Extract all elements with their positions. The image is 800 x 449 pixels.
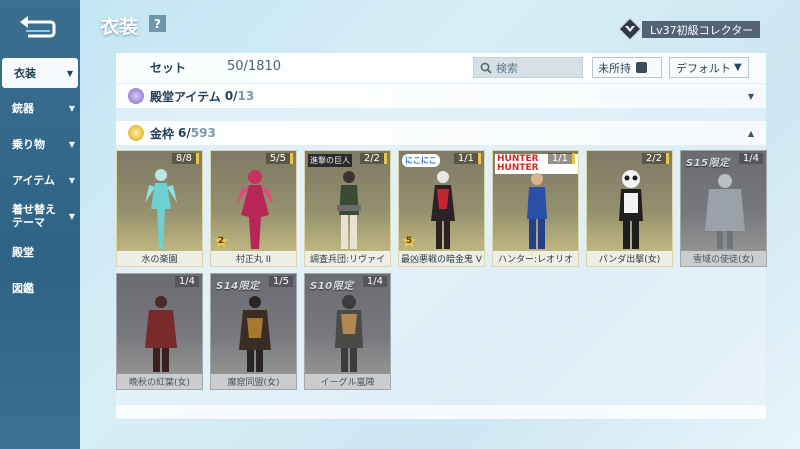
costume-card[interactable]: にこにこ 1/1 5 最凶悪戦の暗金鬼 V bbox=[398, 150, 485, 267]
collector-rank-badge[interactable]: Lv37初級コレクター bbox=[618, 17, 763, 41]
section-owned-count: 6/ bbox=[178, 126, 191, 140]
costume-card[interactable]: HUNTER HUNTER 1/1 ハンター:レオリオ bbox=[492, 150, 579, 267]
card-count: 5/5 bbox=[265, 153, 293, 164]
search-icon bbox=[480, 62, 492, 74]
sidebar-item-label: 着せ替えテーマ bbox=[12, 203, 56, 229]
card-count: 1/4 bbox=[174, 276, 199, 287]
caret-down-icon: ▼ bbox=[68, 103, 75, 113]
section-owned-count: 0/ bbox=[224, 89, 238, 103]
level-number: 2 bbox=[217, 236, 225, 246]
costume-card[interactable]: S10限定 1/4 イーグル嵐陣 bbox=[304, 273, 391, 390]
costume-figure-icon bbox=[619, 170, 643, 249]
sidebar-item-vehicles[interactable]: 乗り物 ▼ bbox=[0, 130, 80, 158]
chevron-down-icon: ▼ bbox=[734, 62, 742, 73]
card-count: 8/8 bbox=[171, 153, 199, 164]
costume-card[interactable]: 2/2 パンダ出撃(女) bbox=[586, 150, 673, 267]
rank-text: Lv37初級コレクター bbox=[642, 21, 760, 38]
level-number: 5 bbox=[405, 236, 413, 246]
card-count: 2/2 bbox=[359, 153, 387, 164]
costume-figure-icon bbox=[145, 169, 177, 249]
sidebar: 衣装 ▼ 銃器 ▼ 乗り物 ▼ アイテム ▼ 着せ替えテーマ ▼ 殿堂 図鑑 bbox=[0, 0, 80, 449]
card-count: 1/1 bbox=[547, 153, 575, 164]
card-caption: ハンター:レオリオ bbox=[493, 251, 578, 266]
caret-down-icon: ▼ bbox=[68, 175, 75, 185]
sidebar-item-encyclopedia[interactable]: 図鑑 bbox=[0, 274, 80, 302]
card-caption: 雪域の使徒(女) bbox=[681, 251, 766, 266]
expand-arrow-icon: ▼ bbox=[747, 91, 754, 101]
costume-figure-icon bbox=[145, 296, 177, 372]
hall-of-fame-icon bbox=[128, 88, 144, 104]
sidebar-item-costume[interactable]: 衣装 ▼ bbox=[2, 58, 78, 88]
card-caption: パンダ出撃(女) bbox=[587, 251, 672, 266]
section-hall-of-fame-items[interactable]: 殿堂アイテム 0/ 13 ▼ bbox=[116, 84, 766, 108]
search-input[interactable]: 検索 bbox=[473, 57, 583, 78]
section-total-count: 593 bbox=[190, 126, 216, 140]
card-caption: 水の楽園 bbox=[117, 251, 202, 266]
sidebar-item-guns[interactable]: 銃器 ▼ bbox=[0, 94, 80, 122]
sidebar-item-label: 図鑑 bbox=[12, 282, 34, 295]
set-count: 50/1810 bbox=[227, 59, 282, 74]
page-title: 衣装 bbox=[100, 16, 139, 38]
sidebar-item-label: 乗り物 bbox=[12, 138, 45, 151]
caret-down-icon: ▼ bbox=[66, 68, 73, 78]
caret-down-icon: ▼ bbox=[68, 211, 75, 221]
costume-card[interactable]: S14限定 1/5 魔窟同盟(女) bbox=[210, 273, 297, 390]
card-count: 1/4 bbox=[738, 153, 763, 164]
section-gold-frame[interactable]: 金枠 6/ 593 ▲ bbox=[116, 121, 766, 145]
help-button[interactable]: ? bbox=[149, 15, 166, 32]
costume-figure-icon bbox=[431, 171, 455, 249]
costume-figure-icon bbox=[337, 171, 361, 249]
section-name: 金枠 bbox=[150, 126, 175, 141]
sidebar-item-label: 銃器 bbox=[12, 102, 34, 115]
checkbox-icon bbox=[636, 62, 647, 73]
card-count: 2/2 bbox=[641, 153, 669, 164]
costume-figure-icon bbox=[237, 170, 273, 249]
rank-emblem-icon bbox=[618, 17, 642, 41]
sidebar-item-label: 衣装 bbox=[14, 67, 36, 80]
card-count: 1/1 bbox=[453, 153, 481, 164]
card-caption: 最凶悪戦の暗金鬼 V bbox=[399, 251, 484, 266]
costume-card[interactable]: 1/4 晩秋の紅葉(女) bbox=[116, 273, 203, 390]
sidebar-item-items[interactable]: アイテム ▼ bbox=[0, 166, 80, 194]
card-caption: 魔窟同盟(女) bbox=[211, 374, 296, 389]
sidebar-item-themes[interactable]: 着せ替えテーマ ▼ bbox=[0, 198, 80, 234]
search-placeholder: 検索 bbox=[496, 61, 518, 75]
sidebar-item-label: アイテム bbox=[12, 174, 55, 187]
collapse-arrow-icon: ▲ bbox=[747, 128, 754, 138]
costume-figure-icon bbox=[705, 174, 745, 249]
card-caption: 晩秋の紅葉(女) bbox=[117, 374, 202, 389]
costume-figure-icon bbox=[527, 173, 547, 249]
card-caption: 村正丸 II bbox=[211, 251, 296, 266]
costume-card[interactable]: 5/5 2 村正丸 II bbox=[210, 150, 297, 267]
costume-card[interactable]: 8/8 水の楽園 bbox=[116, 150, 203, 267]
back-button[interactable] bbox=[14, 10, 60, 40]
set-label: セット bbox=[150, 61, 187, 75]
costume-card[interactable]: S15限定 1/4 雪域の使徒(女) bbox=[680, 150, 767, 267]
back-arrow-icon bbox=[20, 16, 56, 38]
level-star-badge: 5 bbox=[402, 234, 416, 248]
gold-frame-icon bbox=[128, 125, 144, 141]
unowned-filter-label: 未所持 bbox=[598, 61, 631, 75]
sort-dropdown[interactable]: デフォルト ▼ bbox=[669, 57, 749, 78]
section-name: 殿堂アイテム bbox=[150, 89, 221, 104]
sidebar-item-label: 殿堂 bbox=[12, 246, 34, 259]
costume-card[interactable]: 進撃の巨人 2/2 調査兵団:リヴァイ bbox=[304, 150, 391, 267]
costume-figure-icon bbox=[239, 296, 271, 372]
card-count: 1/4 bbox=[362, 276, 387, 287]
caret-down-icon: ▼ bbox=[68, 139, 75, 149]
next-section-row[interactable] bbox=[116, 405, 766, 419]
card-count: 1/5 bbox=[268, 276, 293, 287]
sort-label: デフォルト bbox=[676, 61, 731, 75]
card-caption: 調査兵団:リヴァイ bbox=[305, 251, 390, 266]
level-star-badge: 2 bbox=[214, 234, 228, 248]
section-total-count: 13 bbox=[237, 89, 255, 103]
sidebar-item-hall-of-fame[interactable]: 殿堂 bbox=[0, 238, 80, 266]
unowned-filter-toggle[interactable]: 未所持 bbox=[592, 57, 662, 78]
card-caption: イーグル嵐陣 bbox=[305, 374, 390, 389]
costume-figure-icon bbox=[335, 295, 363, 372]
